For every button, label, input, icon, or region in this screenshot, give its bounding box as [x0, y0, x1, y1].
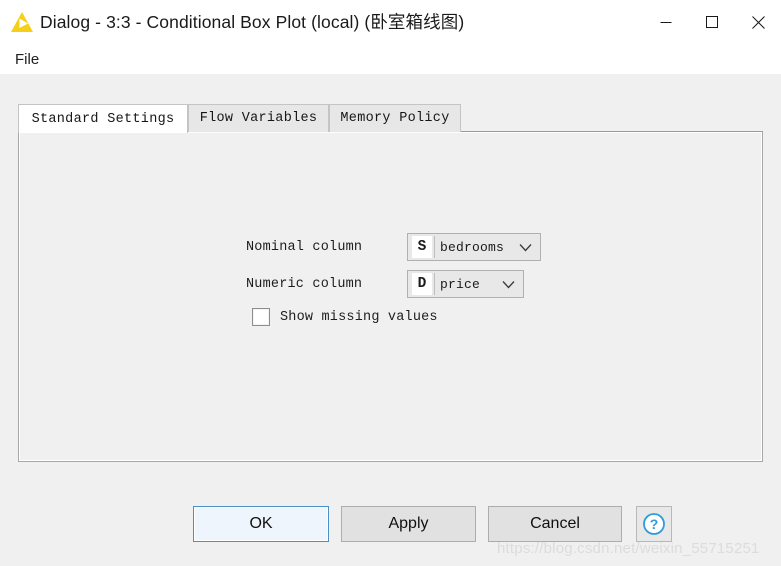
tab-strip: Standard Settings Flow Variables Memory … — [18, 104, 763, 133]
show-missing-values-checkbox[interactable] — [252, 308, 270, 326]
help-icon: ? — [643, 513, 665, 535]
tab-flow-variables[interactable]: Flow Variables — [188, 104, 329, 132]
settings-panel: Nominal column S bedrooms Numeric column… — [18, 131, 763, 462]
numeric-column-row: Numeric column D price — [246, 270, 524, 298]
show-missing-values-row[interactable]: Show missing values — [252, 308, 438, 326]
double-type-icon: D — [412, 273, 432, 295]
window-controls — [643, 0, 781, 44]
menu-item-file[interactable]: File — [11, 49, 43, 70]
nominal-column-value: bedrooms — [440, 239, 505, 255]
minimize-button[interactable] — [643, 0, 689, 44]
chevron-down-icon — [502, 280, 515, 288]
numeric-column-label: Numeric column — [246, 276, 363, 292]
help-button[interactable]: ? — [636, 506, 672, 542]
tab-standard-settings[interactable]: Standard Settings — [18, 104, 188, 133]
numeric-column-select[interactable]: D price — [407, 270, 524, 298]
numeric-column-value: price — [440, 276, 481, 292]
maximize-button[interactable] — [689, 0, 735, 44]
svg-text:?: ? — [650, 516, 659, 532]
string-type-icon: S — [412, 236, 432, 258]
cancel-button[interactable]: Cancel — [488, 506, 622, 542]
nominal-column-row: Nominal column S bedrooms — [246, 233, 541, 261]
close-icon — [751, 15, 765, 29]
apply-button[interactable]: Apply — [341, 506, 476, 542]
ok-button[interactable]: OK — [193, 506, 329, 542]
close-button[interactable] — [735, 0, 781, 44]
show-missing-values-label: Show missing values — [280, 309, 438, 325]
nominal-column-label: Nominal column — [246, 239, 363, 255]
knime-triangle-icon — [11, 12, 33, 32]
tab-memory-policy[interactable]: Memory Policy — [329, 104, 461, 132]
window-title: Dialog - 3:3 - Conditional Box Plot (loc… — [40, 12, 465, 32]
nominal-column-select[interactable]: S bedrooms — [407, 233, 541, 261]
combo-separator — [434, 236, 435, 258]
chevron-down-icon — [519, 243, 532, 251]
dialog-footer: OK Apply Cancel ? — [0, 504, 781, 566]
menu-bar: File — [0, 44, 781, 74]
dialog-body: Nominal column S bedrooms Numeric column… — [0, 74, 781, 566]
maximize-icon — [706, 16, 718, 28]
minimize-icon — [660, 22, 672, 23]
combo-separator — [434, 273, 435, 295]
title-bar: Dialog - 3:3 - Conditional Box Plot (loc… — [0, 0, 781, 44]
